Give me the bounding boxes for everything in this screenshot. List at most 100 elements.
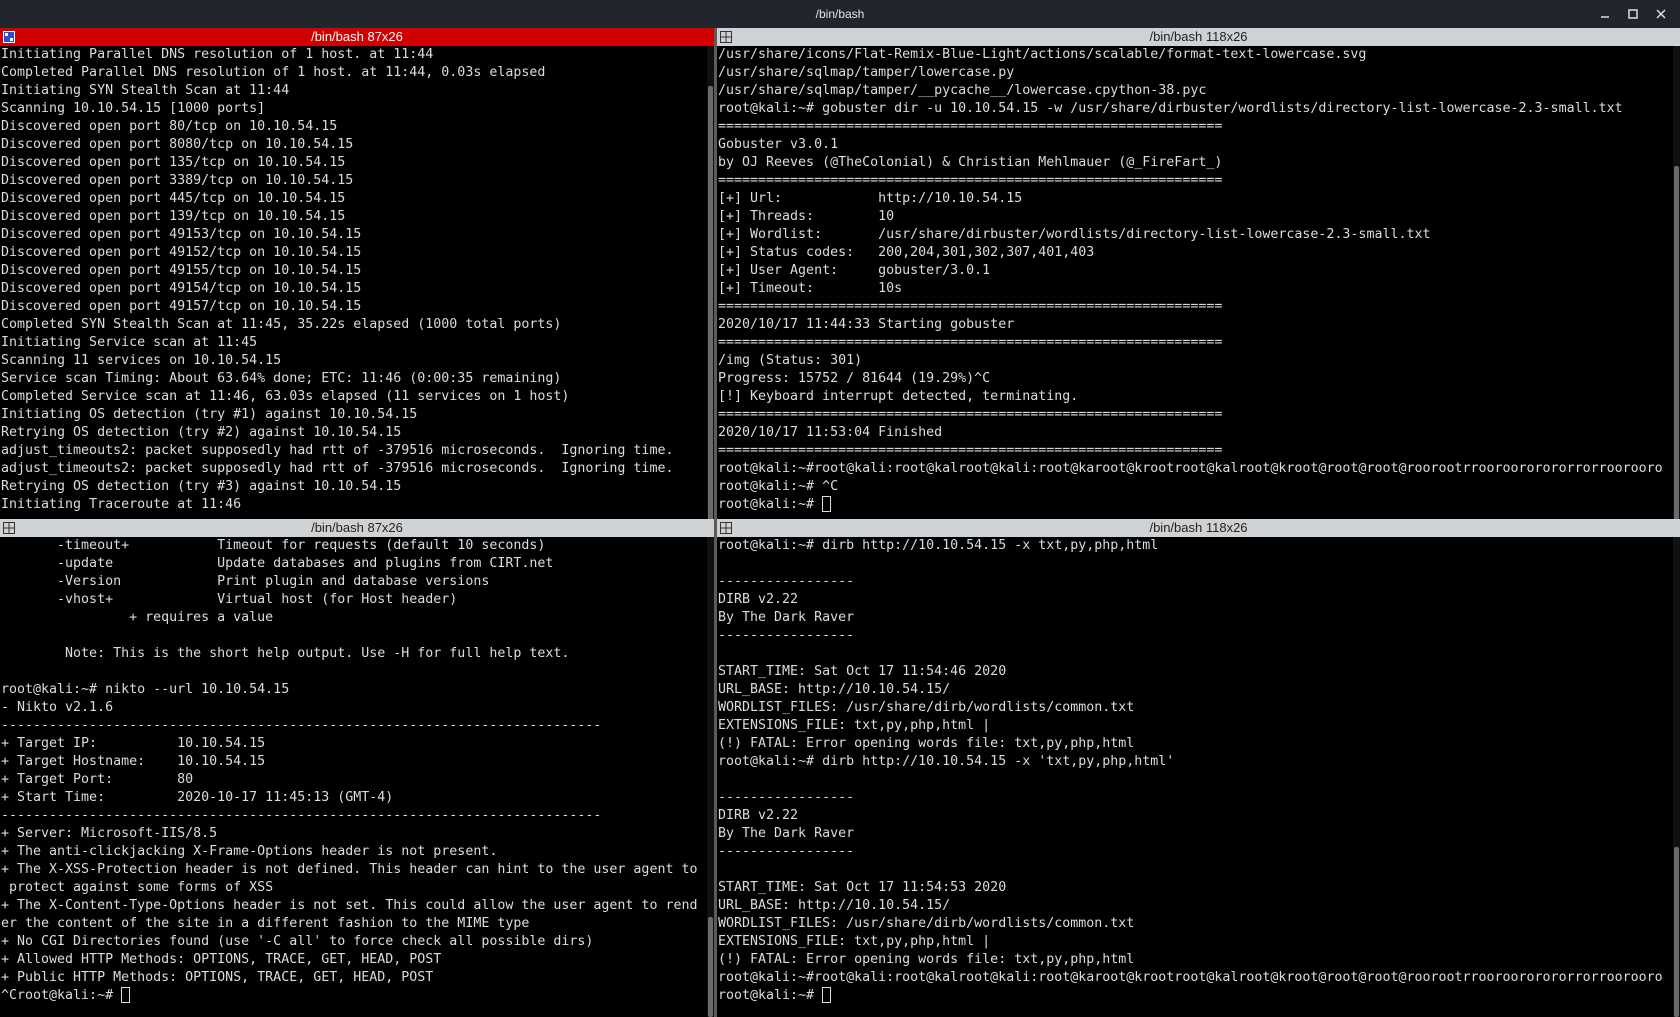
- terminal-line-text: root@kali:~# nikto --url 10.10.54.15: [1, 682, 290, 697]
- terminal-output[interactable]: -timeout+ Timeout for requests (default …: [0, 537, 714, 1017]
- terminal-line: [!] Keyboard interrupt detected, termina…: [718, 388, 1680, 406]
- scrollbar-thumb[interactable]: [708, 86, 713, 519]
- terminal-line: protect against some forms of XSS: [1, 879, 714, 897]
- terminal-line: Note: This is the short help output. Use…: [1, 645, 714, 663]
- scrollbar[interactable]: [707, 46, 714, 519]
- terminal-line: Gobuster v3.0.1: [718, 136, 1680, 154]
- close-icon[interactable]: [1654, 7, 1668, 21]
- terminal-line-text: By The Dark Raver: [718, 826, 855, 841]
- terminal-line: root@kali:~#: [718, 987, 1680, 1005]
- terminal-line-text: root@kali:~#root@kali:root@kalroot@kali:…: [718, 970, 1663, 985]
- terminal-line: + The X-Content-Type-Options header is n…: [1, 897, 714, 915]
- terminal-line: Initiating SYN Stealth Scan at 11:44: [1, 82, 714, 100]
- terminal-output[interactable]: root@kali:~# dirb http://10.10.54.15 -x …: [717, 537, 1680, 1017]
- terminal-line-text: + Target Port: 80: [1, 772, 194, 787]
- scrollbar-thumb[interactable]: [708, 917, 713, 1017]
- terminal-line-text: ========================================…: [718, 173, 1223, 188]
- terminal-line-text: [+] Threads: 10: [718, 209, 895, 224]
- terminal-line-text: -----------------: [718, 844, 855, 859]
- terminal-line: URL_BASE: http://10.10.54.15/: [718, 681, 1680, 699]
- terminal-line-text: Completed Service scan at 11:46, 63.03s …: [1, 389, 570, 404]
- terminal-pane-bottom-left[interactable]: /bin/bash 87x26 -timeout+ Timeout for re…: [0, 519, 714, 1017]
- terminal-line: adjust_timeouts2: packet supposedly had …: [1, 442, 714, 460]
- terminal-line-text: /img (Status: 301): [718, 353, 863, 368]
- terminal-line-text: + Target Hostname: 10.10.54.15: [1, 754, 266, 769]
- terminal-line: root@kali:~# dirb http://10.10.54.15 -x …: [718, 537, 1680, 555]
- split-icon[interactable]: [3, 31, 15, 43]
- terminal-line: adjust_timeouts2: packet supposedly had …: [1, 460, 714, 478]
- split-icon[interactable]: [3, 522, 15, 534]
- terminal-line: Retrying OS detection (try #2) against 1…: [1, 424, 714, 442]
- terminal-line: + No CGI Directories found (use '-C all'…: [1, 933, 714, 951]
- terminal-line: Retrying OS detection (try #3) against 1…: [1, 478, 714, 496]
- terminal-line: + requires a value: [1, 609, 714, 627]
- terminal-line-text: Discovered open port 8080/tcp on 10.10.5…: [1, 137, 354, 152]
- pane-header[interactable]: /bin/bash 87x26: [0, 28, 714, 46]
- terminal-line: er the content of the site in a differen…: [1, 915, 714, 933]
- terminal-output[interactable]: /usr/share/icons/Flat-Remix-Blue-Light/a…: [717, 46, 1680, 519]
- vertical-split-divider[interactable]: [714, 28, 717, 1017]
- terminal-line-text: ^Croot@kali:~#: [1, 988, 122, 1003]
- terminal-line-text: root@kali:~# ^C: [718, 479, 839, 494]
- terminal-line: -----------------: [718, 843, 1680, 861]
- terminal-line-text: ========================================…: [718, 119, 1223, 134]
- terminal-line-text: Discovered open port 135/tcp on 10.10.54…: [1, 155, 346, 170]
- pane-title: /bin/bash 118x26: [1149, 520, 1248, 535]
- terminal-line-text: START_TIME: Sat Oct 17 11:54:53 2020: [718, 880, 1007, 895]
- terminal-line-text: Discovered open port 49153/tcp on 10.10.…: [1, 227, 362, 242]
- scrollbar[interactable]: [1673, 46, 1680, 519]
- split-icon[interactable]: [720, 522, 732, 534]
- pane-header[interactable]: /bin/bash 87x26: [0, 519, 714, 537]
- pane-header[interactable]: /bin/bash 118x26: [717, 28, 1680, 46]
- terminal-line-text: Discovered open port 49154/tcp on 10.10.…: [1, 281, 362, 296]
- terminal-line: (!) FATAL: Error opening words file: txt…: [718, 951, 1680, 969]
- terminal-line-text: Note: This is the short help output. Use…: [1, 646, 570, 661]
- pane-header[interactable]: /bin/bash 118x26: [717, 519, 1680, 537]
- scrollbar[interactable]: [707, 537, 714, 1017]
- terminal-line: EXTENSIONS_FILE: txt,py,php,html |: [718, 933, 1680, 951]
- maximize-icon[interactable]: [1626, 7, 1640, 21]
- scrollbar[interactable]: [1673, 537, 1680, 1017]
- terminal-line-text: [+] Status codes: 200,204,301,302,307,40…: [718, 245, 1095, 260]
- terminal-line: (!) FATAL: Error opening words file: txt…: [718, 735, 1680, 753]
- minimize-icon[interactable]: [1598, 7, 1612, 21]
- terminal-pane-top-right[interactable]: /bin/bash 118x26 /usr/share/icons/Flat-R…: [717, 28, 1680, 519]
- terminal-line-text: EXTENSIONS_FILE: txt,py,php,html |: [718, 718, 991, 733]
- terminal-line-text: -----------------: [718, 790, 855, 805]
- terminal-output[interactable]: Initiating Parallel DNS resolution of 1 …: [0, 46, 714, 519]
- scrollbar-thumb[interactable]: [1674, 166, 1679, 519]
- terminal-line-text: + requires a value: [1, 610, 274, 625]
- terminal-line: -----------------: [718, 789, 1680, 807]
- terminal-line-text: -update Update databases and plugins fro…: [1, 556, 554, 571]
- terminal-line-text: START_TIME: Sat Oct 17 11:54:46 2020: [718, 664, 1007, 679]
- terminal-pane-top-left[interactable]: /bin/bash 87x26 Initiating Parallel DNS …: [0, 28, 714, 519]
- terminal-pane-bottom-right[interactable]: /bin/bash 118x26 root@kali:~# dirb http:…: [717, 519, 1680, 1017]
- terminal-line: Scanning 11 services on 10.10.54.15: [1, 352, 714, 370]
- terminal-line: Completed Parallel DNS resolution of 1 h…: [1, 64, 714, 82]
- terminal-line: Discovered open port 139/tcp on 10.10.54…: [1, 208, 714, 226]
- terminal-line: ^Croot@kali:~#: [1, 987, 714, 1005]
- terminal-line: Initiating Parallel DNS resolution of 1 …: [1, 46, 714, 64]
- terminal-line: START_TIME: Sat Oct 17 11:54:46 2020: [718, 663, 1680, 681]
- pane-title: /bin/bash 87x26: [311, 520, 403, 535]
- terminal-line: START_TIME: Sat Oct 17 11:54:53 2020: [718, 879, 1680, 897]
- terminal-line-text: [+] Wordlist: /usr/share/dirbuster/wordl…: [718, 227, 1431, 242]
- terminal-line-text: + The X-Content-Type-Options header is n…: [1, 898, 698, 913]
- terminal-line-text: ========================================…: [718, 335, 1223, 350]
- terminal-line-text: root@kali:~#: [718, 988, 823, 1003]
- terminal-line-text: URL_BASE: http://10.10.54.15/: [718, 898, 951, 913]
- terminal-line: [+] User Agent: gobuster/3.0.1: [718, 262, 1680, 280]
- terminal-line: 2020/10/17 11:44:33 Starting gobuster: [718, 316, 1680, 334]
- terminal-line: WORDLIST_FILES: /usr/share/dirb/wordlist…: [718, 915, 1680, 933]
- scrollbar-thumb[interactable]: [1674, 847, 1679, 1017]
- terminal-line-text: root@kali:~# dirb http://10.10.54.15 -x …: [718, 754, 1175, 769]
- terminal-line: ========================================…: [718, 442, 1680, 460]
- terminal-line-text: Completed SYN Stealth Scan at 11:45, 35.…: [1, 317, 562, 332]
- pane-title: /bin/bash 118x26: [1149, 29, 1248, 44]
- terminal-line: EXTENSIONS_FILE: txt,py,php,html |: [718, 717, 1680, 735]
- split-icon[interactable]: [720, 31, 732, 43]
- terminal-line-text: Discovered open port 49157/tcp on 10.10.…: [1, 299, 362, 314]
- terminal-line-text: Discovered open port 49152/tcp on 10.10.…: [1, 245, 362, 260]
